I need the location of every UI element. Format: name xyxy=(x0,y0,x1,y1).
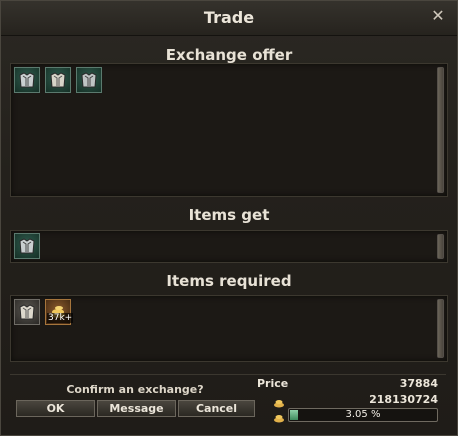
items-get-heading: Items get xyxy=(188,206,270,224)
armor-icon[interactable] xyxy=(45,67,71,93)
price-label: Price xyxy=(257,377,289,390)
items-required-panel: 37k+ xyxy=(10,295,448,362)
items-get-scrollbar[interactable] xyxy=(437,234,444,259)
scroll-thumb[interactable] xyxy=(438,300,443,357)
items-get-panel xyxy=(10,230,448,263)
trade-window: Trade ✕ Exchange offer Items get Items r… xyxy=(0,0,458,436)
scroll-thumb[interactable] xyxy=(438,235,443,258)
gold-coins-icon[interactable]: 37k+ xyxy=(45,299,74,325)
item-count-badge: 37k+ xyxy=(47,313,74,323)
cancel-button[interactable]: Cancel xyxy=(178,400,255,417)
items-required-heading: Items required xyxy=(166,272,292,290)
items-required-scrollbar[interactable] xyxy=(437,299,444,358)
exchange-offer-panel xyxy=(10,63,448,197)
scroll-thumb[interactable] xyxy=(438,68,443,192)
balance-value: 218130724 xyxy=(369,393,438,406)
price-value: 37884 xyxy=(399,377,438,390)
armor-icon[interactable] xyxy=(14,67,40,93)
exchange-offer-heading: Exchange offer xyxy=(165,46,293,64)
confirm-text: Confirm an exchange? xyxy=(66,383,204,396)
window-title: Trade xyxy=(203,8,255,27)
armor-icon[interactable] xyxy=(76,67,102,93)
title-bar: Trade ✕ xyxy=(1,1,457,36)
close-icon[interactable]: ✕ xyxy=(430,8,446,24)
exchange-offer-scrollbar[interactable] xyxy=(437,67,444,193)
message-button[interactable]: Message xyxy=(97,400,176,417)
progress-text: 3.05 % xyxy=(345,409,381,420)
armor-icon[interactable] xyxy=(14,233,40,259)
armor-icon[interactable] xyxy=(14,299,40,325)
progress-bar: 3.05 % xyxy=(288,408,438,422)
ok-button[interactable]: OK xyxy=(16,400,95,417)
gold-coins-icon xyxy=(273,409,285,428)
